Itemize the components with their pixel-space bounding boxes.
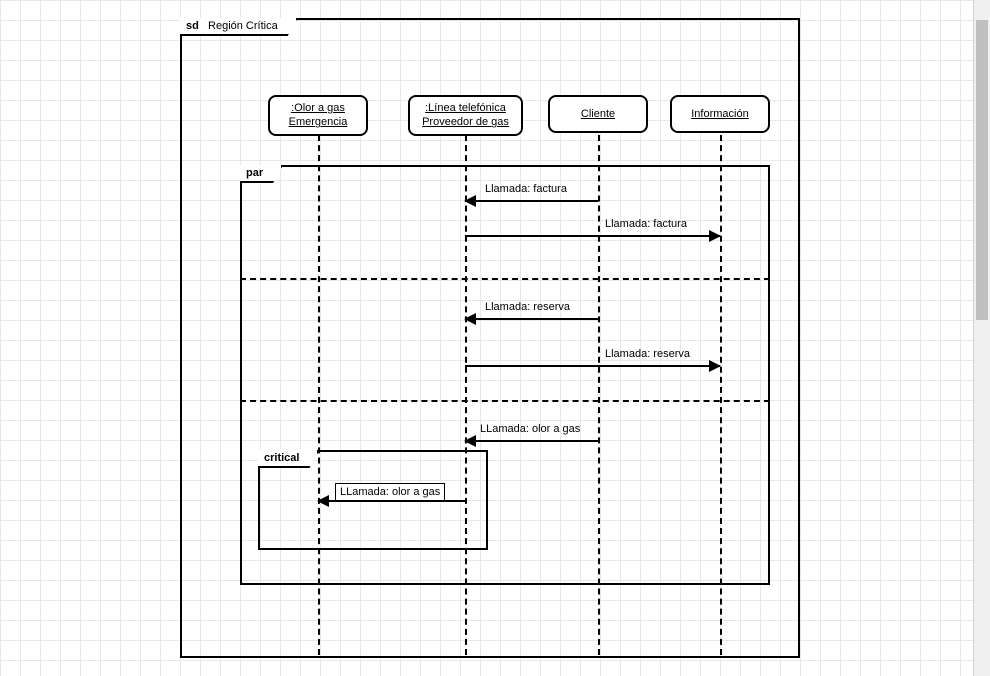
msg-factura-2-label: Llamada: factura [605,218,687,230]
participant-linea-label-1: :Línea telefónica [425,102,506,114]
participant-informacion-label: Información [691,108,748,120]
sd-title: Región Crítica [208,20,278,32]
msg-reserva-2-label: Llamada: reserva [605,348,690,360]
participant-informacion: Información [670,95,770,133]
participant-olor-gas-label: :Olor a gas Emergencia [289,102,348,128]
msg-factura-2 [465,235,720,237]
sequence-diagram: sd Región Crítica :Olor a gas Emergencia… [0,0,990,676]
participant-cliente: Cliente [548,95,648,133]
critical-frame-label: critical [258,450,319,468]
msg-olor-1-label: LLamada: olor a gas [480,423,580,435]
msg-olor-2-label: LLamada: olor a gas [335,483,445,501]
arrow-right-icon [709,360,721,372]
sd-prefix: sd [186,20,199,32]
participant-linea: :Línea telefónica Proveedor de gas [408,95,523,136]
msg-reserva-1 [465,318,598,320]
arrow-left-icon [317,495,329,507]
sd-frame-label: sd Región Crítica [180,18,298,36]
participant-cliente-label: Cliente [581,108,615,120]
arrow-left-icon [464,313,476,325]
msg-reserva-2 [465,365,720,367]
vertical-scrollbar[interactable] [973,0,990,676]
arrow-left-icon [464,435,476,447]
msg-reserva-1-label: Llamada: reserva [485,301,570,313]
par-divider-2 [240,400,770,402]
msg-factura-1 [465,200,598,202]
critical-label: critical [264,452,299,464]
participant-olor-gas: :Olor a gas Emergencia [268,95,368,136]
msg-factura-1-label: Llamada: factura [485,183,567,195]
arrow-right-icon [709,230,721,242]
scrollbar-thumb[interactable] [976,20,988,320]
participant-linea-label-2: Proveedor de gas [422,116,509,128]
par-label: par [246,167,263,179]
arrow-left-icon [464,195,476,207]
msg-olor-1 [465,440,598,442]
par-divider-1 [240,278,770,280]
par-frame-label: par [240,165,283,183]
